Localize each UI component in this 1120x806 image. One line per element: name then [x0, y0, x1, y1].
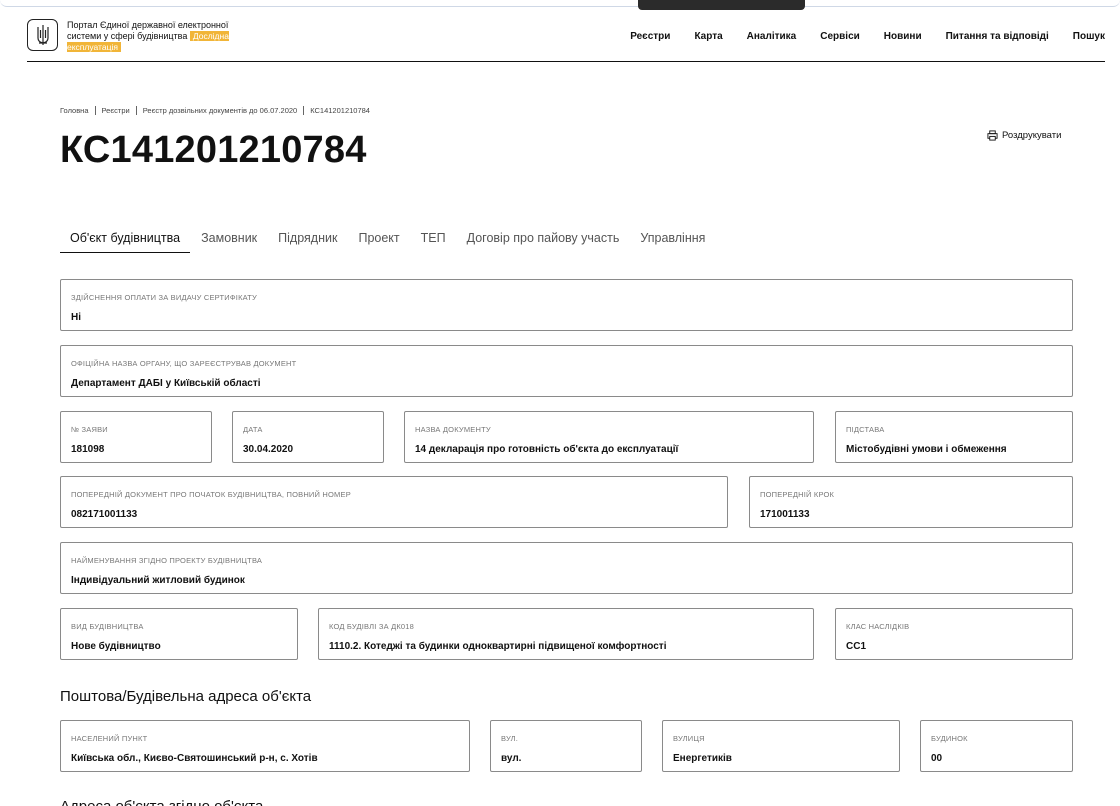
next-section-title: Адреса об'єкта згідно об'єкта [60, 798, 300, 806]
nav-item-registries[interactable]: Реєстри [630, 31, 670, 42]
field-label: Дата [243, 425, 263, 434]
building-code-field: Код будівлі за ДК018 1110.2. Котеджі та … [318, 608, 814, 660]
page-title: КС141201210784 [60, 129, 367, 171]
field-label: Здійснення оплати за видачу сертифікату [71, 293, 257, 302]
site-header: Портал Єдиної державної електронної сист… [27, 14, 1105, 62]
field-label: Вулиця [673, 734, 705, 743]
printer-icon [987, 130, 998, 141]
settlement-field: Населений пункт Київська обл., Києво-Свя… [60, 720, 470, 772]
field-label: Будинок [931, 734, 968, 743]
nav-item-search[interactable]: Пошук [1073, 31, 1105, 42]
tab-project[interactable]: Проект [348, 224, 409, 253]
field-label: Офіційна назва органу, що зареєстрував д… [71, 359, 297, 368]
field-label: Населений пункт [71, 734, 148, 743]
field-value: 171001133 [760, 509, 810, 520]
floating-toolbar[interactable] [638, 0, 805, 10]
tab-bar: Об'єкт будівництва Замовник Підрядник Пр… [60, 224, 716, 253]
field-label: Найменування згідно проекту будівництва [71, 556, 263, 565]
field-label: Вид будівництва [71, 622, 144, 631]
tab-share-agreement[interactable]: Договір про пайову участь [457, 224, 630, 253]
application-number-field: № заяви 181098 [60, 411, 212, 463]
field-label: Вул. [501, 734, 519, 743]
breadcrumb-separator [303, 106, 305, 115]
field-value: Індивідуальний житловий будинок [71, 575, 245, 586]
field-value: 1110.2. Котеджі та будинки одноквартирні… [329, 641, 667, 652]
field-label: Підстава [846, 425, 885, 434]
field-value: Департамент ДАБІ у Київській області [71, 378, 261, 389]
field-label: Клас наслідків [846, 622, 910, 631]
print-button[interactable]: Роздрукувати [987, 130, 1061, 141]
address-section-title: Поштова/Будівельна адреса об'єкта [60, 688, 312, 705]
house-field: Будинок 00 [920, 720, 1073, 772]
nav-item-news[interactable]: Новини [884, 31, 922, 42]
breadcrumb-separator [135, 106, 137, 115]
breadcrumb-registry[interactable]: Реєстр дозвільних документів до 06.07.20… [143, 106, 298, 115]
tab-tep[interactable]: ТЕП [411, 224, 456, 253]
payment-field: Здійснення оплати за видачу сертифікату … [60, 279, 1073, 331]
field-value: 14 декларація про готовність об'єкта до … [415, 444, 679, 455]
window-top-edge [0, 0, 1120, 7]
breadcrumb-separator [94, 106, 96, 115]
date-field: Дата 30.04.2020 [232, 411, 384, 463]
field-label: Код будівлі за ДК018 [329, 622, 415, 631]
nav-item-analytics[interactable]: Аналітика [747, 31, 797, 42]
field-value: 30.04.2020 [243, 444, 294, 455]
document-name-field: Назва документу 14 декларація про готовн… [404, 411, 814, 463]
field-value: 00 [931, 753, 943, 764]
nav-item-faq[interactable]: Питання та відповіді [946, 31, 1049, 42]
field-label: № заяви [71, 425, 108, 434]
field-value: Енергетиків [673, 753, 732, 764]
nav-item-services[interactable]: Сервіси [820, 31, 860, 42]
authority-field: Офіційна назва органу, що зареєстрував д… [60, 345, 1073, 397]
field-value: Київська обл., Києво-Святошинський р-н, … [71, 753, 318, 764]
field-value: 082171001133 [71, 509, 138, 520]
previous-document-field: Попередній документ про початок будівниц… [60, 476, 728, 528]
previous-step-field: Попередній крок 171001133 [749, 476, 1073, 528]
field-value: Нове будівництво [71, 641, 161, 652]
consequence-class-field: Клас наслідків СС1 [835, 608, 1073, 660]
field-value: СС1 [846, 641, 867, 652]
portal-title[interactable]: Портал Єдиної державної електронної сист… [67, 20, 247, 53]
field-value: 181098 [71, 444, 105, 455]
tab-customer[interactable]: Замовник [191, 224, 267, 253]
print-label: Роздрукувати [1002, 130, 1062, 141]
breadcrumb-current: КС141201210784 [310, 106, 370, 115]
tab-object[interactable]: Об'єкт будівництва [60, 224, 191, 253]
field-value: Містобудівні умови і обмеження [846, 444, 1007, 455]
breadcrumb-registries[interactable]: Реєстри [102, 106, 130, 115]
field-label: Попередній крок [760, 490, 835, 499]
main-nav: Реєстри Карта Аналітика Сервіси Новини П… [606, 31, 1105, 42]
breadcrumb-home[interactable]: Головна [60, 106, 89, 115]
street-type-field: Вул. вул. [490, 720, 642, 772]
project-name-field: Найменування згідно проекту будівництва … [60, 542, 1073, 594]
basis-field: Підстава Містобудівні умови і обмеження [835, 411, 1073, 463]
nav-item-map[interactable]: Карта [694, 31, 722, 42]
field-label: Назва документу [415, 425, 491, 434]
tab-management[interactable]: Управління [630, 224, 715, 253]
street-field: Вулиця Енергетиків [662, 720, 900, 772]
breadcrumb: Головна Реєстри Реєстр дозвільних документ… [60, 106, 370, 115]
tab-contractor[interactable]: Підрядник [268, 224, 347, 253]
field-value: вул. [501, 753, 522, 764]
construction-type-field: Вид будівництва Нове будівництво [60, 608, 298, 660]
field-label: Попередній документ про початок будівниц… [71, 490, 351, 499]
field-value: Ні [71, 312, 81, 323]
trident-logo-icon[interactable] [27, 19, 58, 51]
